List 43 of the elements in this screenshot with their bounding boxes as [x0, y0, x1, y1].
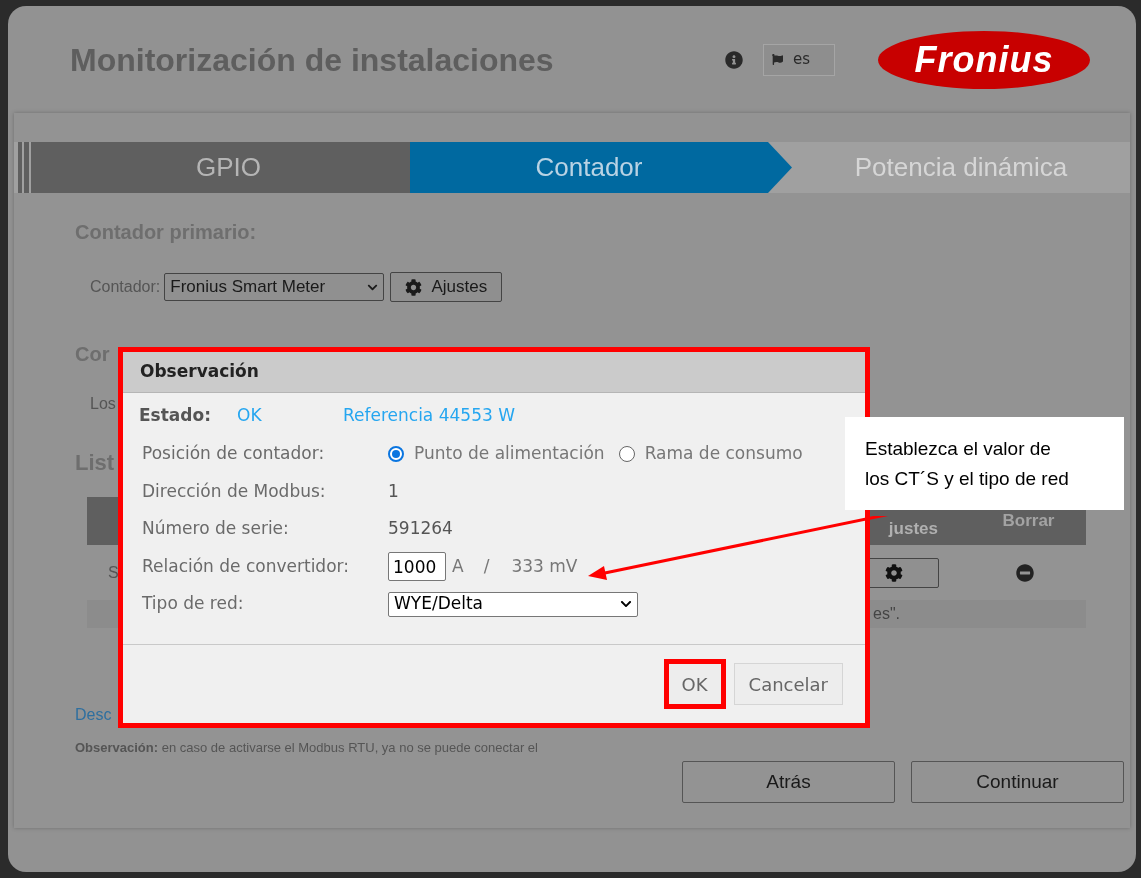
radio-option[interactable]: Punto de alimentación [388, 441, 605, 467]
gear-icon [405, 278, 423, 296]
separator-text: / [483, 554, 490, 578]
table-note: es". [873, 604, 901, 624]
body-text: Los [90, 394, 116, 414]
field-label: Número de serie: [142, 517, 290, 541]
field-label: Tipo de red: [142, 592, 245, 616]
radio-option[interactable]: Rama de consumo [618, 441, 803, 467]
radio-button[interactable] [388, 445, 404, 462]
meter-label: Contador: [90, 277, 161, 297]
language-button[interactable]: es [763, 43, 835, 76]
ratio-input[interactable]: 1000 [388, 552, 446, 582]
dialog-title: Observación [140, 360, 259, 384]
note-text: Observación: en caso de activarse el Modbus RTU, ya no se puede conectar el [75, 743, 539, 753]
footer-button[interactable]: Atrás [682, 761, 895, 803]
gear-icon [884, 563, 903, 582]
reference-text: Referencia 44553 W [343, 404, 515, 428]
dialog-button[interactable]: OK [663, 659, 726, 709]
step-tab[interactable]: Contador [410, 142, 792, 193]
settings-button[interactable]: Ajustes [390, 272, 503, 302]
step-tab[interactable]: GPIO [47, 142, 410, 193]
callout-text: Establezca el valor de los CT´S y el tipo de red [865, 436, 1070, 491]
status-label: Estado: [139, 404, 212, 428]
network-type-select[interactable]: WYE/Delta [388, 591, 638, 617]
status-value: OK [237, 404, 263, 428]
footer-button[interactable]: Continuar [911, 761, 1124, 803]
flag-icon [772, 54, 783, 65]
unit-label: A [452, 554, 464, 578]
table-cell-text: S [108, 562, 119, 583]
meter-select[interactable]: Fronius Smart Meter [164, 273, 385, 301]
radio-button[interactable] [618, 445, 635, 462]
reference-value: 333 mV [511, 554, 578, 578]
field-label: Relación de convertidor: [142, 554, 350, 578]
field-label: Posición de contador: [142, 442, 326, 466]
delete-icon[interactable] [1015, 563, 1034, 582]
field-label: Dirección de Modbus: [142, 479, 327, 503]
column-header: Borrar [1001, 510, 1056, 533]
field-value: 591264 [388, 517, 453, 541]
dialog-button[interactable]: Cancelar [733, 663, 843, 705]
brand-logo: Fronius [878, 30, 1090, 89]
column-header: justes [887, 517, 939, 540]
field-value: 1 [388, 479, 399, 503]
info-icon[interactable] [725, 50, 743, 69]
